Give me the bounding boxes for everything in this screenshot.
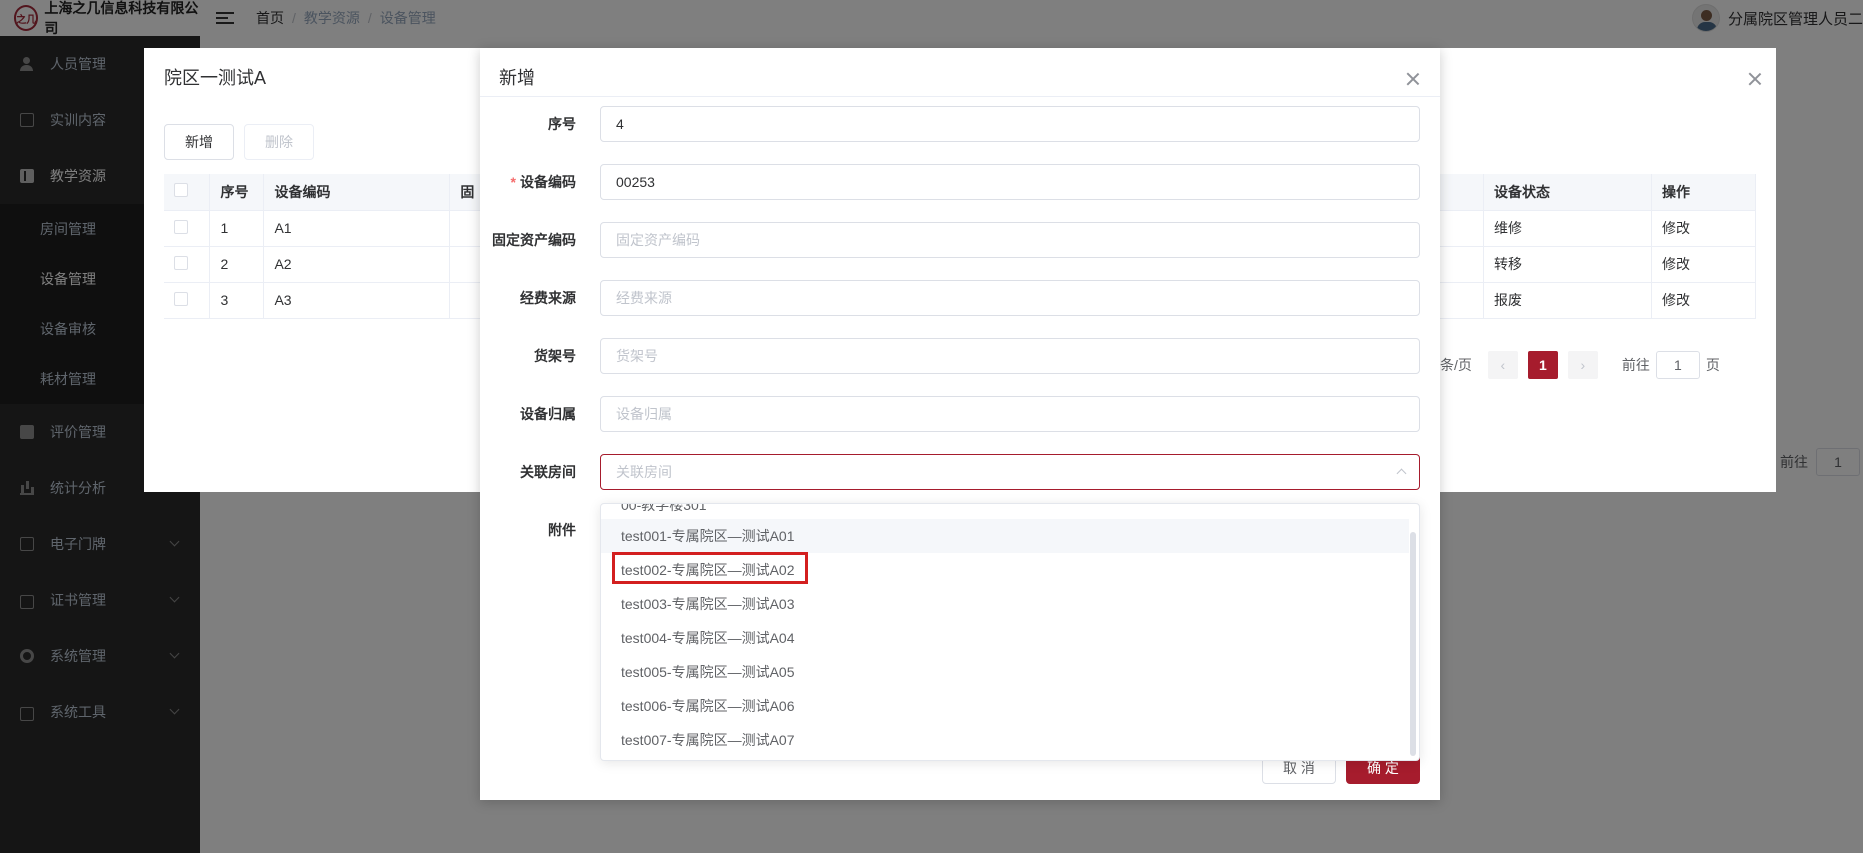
close-icon[interactable] <box>1406 72 1420 86</box>
row-checkbox[interactable] <box>164 210 211 247</box>
form-row-room: 关联房间 关联房间 <box>480 454 1440 490</box>
page-number-current[interactable]: 1 <box>1527 351 1558 379</box>
index-field[interactable] <box>600 106 1420 142</box>
delete-button[interactable]: 删除 <box>244 124 314 160</box>
form-row-index: 序号 <box>480 106 1440 142</box>
ownership-field[interactable] <box>600 396 1420 432</box>
dialog-title: 新增 <box>499 68 535 88</box>
asset-code-field[interactable] <box>600 222 1420 258</box>
dropdown-option[interactable]: test006-专属院区—测试A06 <box>601 689 1409 723</box>
next-page-button[interactable]: › <box>1567 351 1598 379</box>
form-row-ownership: 设备归属 <box>480 396 1440 432</box>
column-status: 设备状态 <box>1483 174 1652 211</box>
prev-page-button[interactable]: ‹ <box>1487 351 1518 379</box>
shelf-number-field[interactable] <box>600 338 1420 374</box>
dialog-title: 院区一测试A <box>164 68 267 88</box>
dropdown-option[interactable]: test003-专属院区—测试A03 <box>601 587 1409 621</box>
dropdown-scrollbar[interactable] <box>1410 532 1416 756</box>
form-row-shelf: 货架号 <box>480 338 1440 374</box>
close-icon[interactable] <box>1748 72 1762 86</box>
room-select[interactable]: 关联房间 <box>600 454 1420 490</box>
row-checkbox[interactable] <box>164 246 211 283</box>
goto-page-input[interactable] <box>1655 351 1700 379</box>
room-dropdown: 00-教学楼301 test001-专属院区—测试A01 test002-专属院… <box>600 503 1420 761</box>
column-action: 操作 <box>1651 174 1757 211</box>
add-button[interactable]: 新增 <box>164 124 234 160</box>
edit-link[interactable]: 修改 <box>1651 246 1757 283</box>
edit-link[interactable]: 修改 <box>1651 210 1757 247</box>
dialog-header: 新增 <box>480 48 1440 97</box>
dropdown-option[interactable]: test005-专属院区—测试A05 <box>601 655 1409 689</box>
dropdown-option[interactable]: test002-专属院区—测试A02 <box>601 553 1409 587</box>
funding-source-field[interactable] <box>600 280 1420 316</box>
form-row-funding: 经费来源 <box>480 280 1440 316</box>
device-code-field[interactable] <box>600 164 1420 200</box>
form-row-asset-code: 固定资产编码 <box>480 222 1440 258</box>
edit-link[interactable]: 修改 <box>1651 282 1757 319</box>
chevron-up-icon <box>1396 468 1407 479</box>
column-code: 设备编码 <box>263 174 451 211</box>
dropdown-option-partial[interactable]: 00-教学楼301 <box>621 504 707 515</box>
pagination: 条/页 ‹ 1 › 前往 页 <box>1440 351 1720 379</box>
column-index: 序号 <box>209 174 265 211</box>
dropdown-option[interactable]: test007-专属院区—测试A07 <box>601 723 1409 757</box>
select-all-checkbox[interactable] <box>164 174 211 211</box>
form-row-device-code: * 设备编码 <box>480 164 1440 200</box>
dropdown-option[interactable]: test001-专属院区—测试A01 <box>601 519 1409 553</box>
row-checkbox[interactable] <box>164 282 211 319</box>
dropdown-option[interactable]: test004-专属院区—测试A04 <box>601 621 1409 655</box>
page-size-select[interactable]: 条/页 <box>1440 355 1472 375</box>
